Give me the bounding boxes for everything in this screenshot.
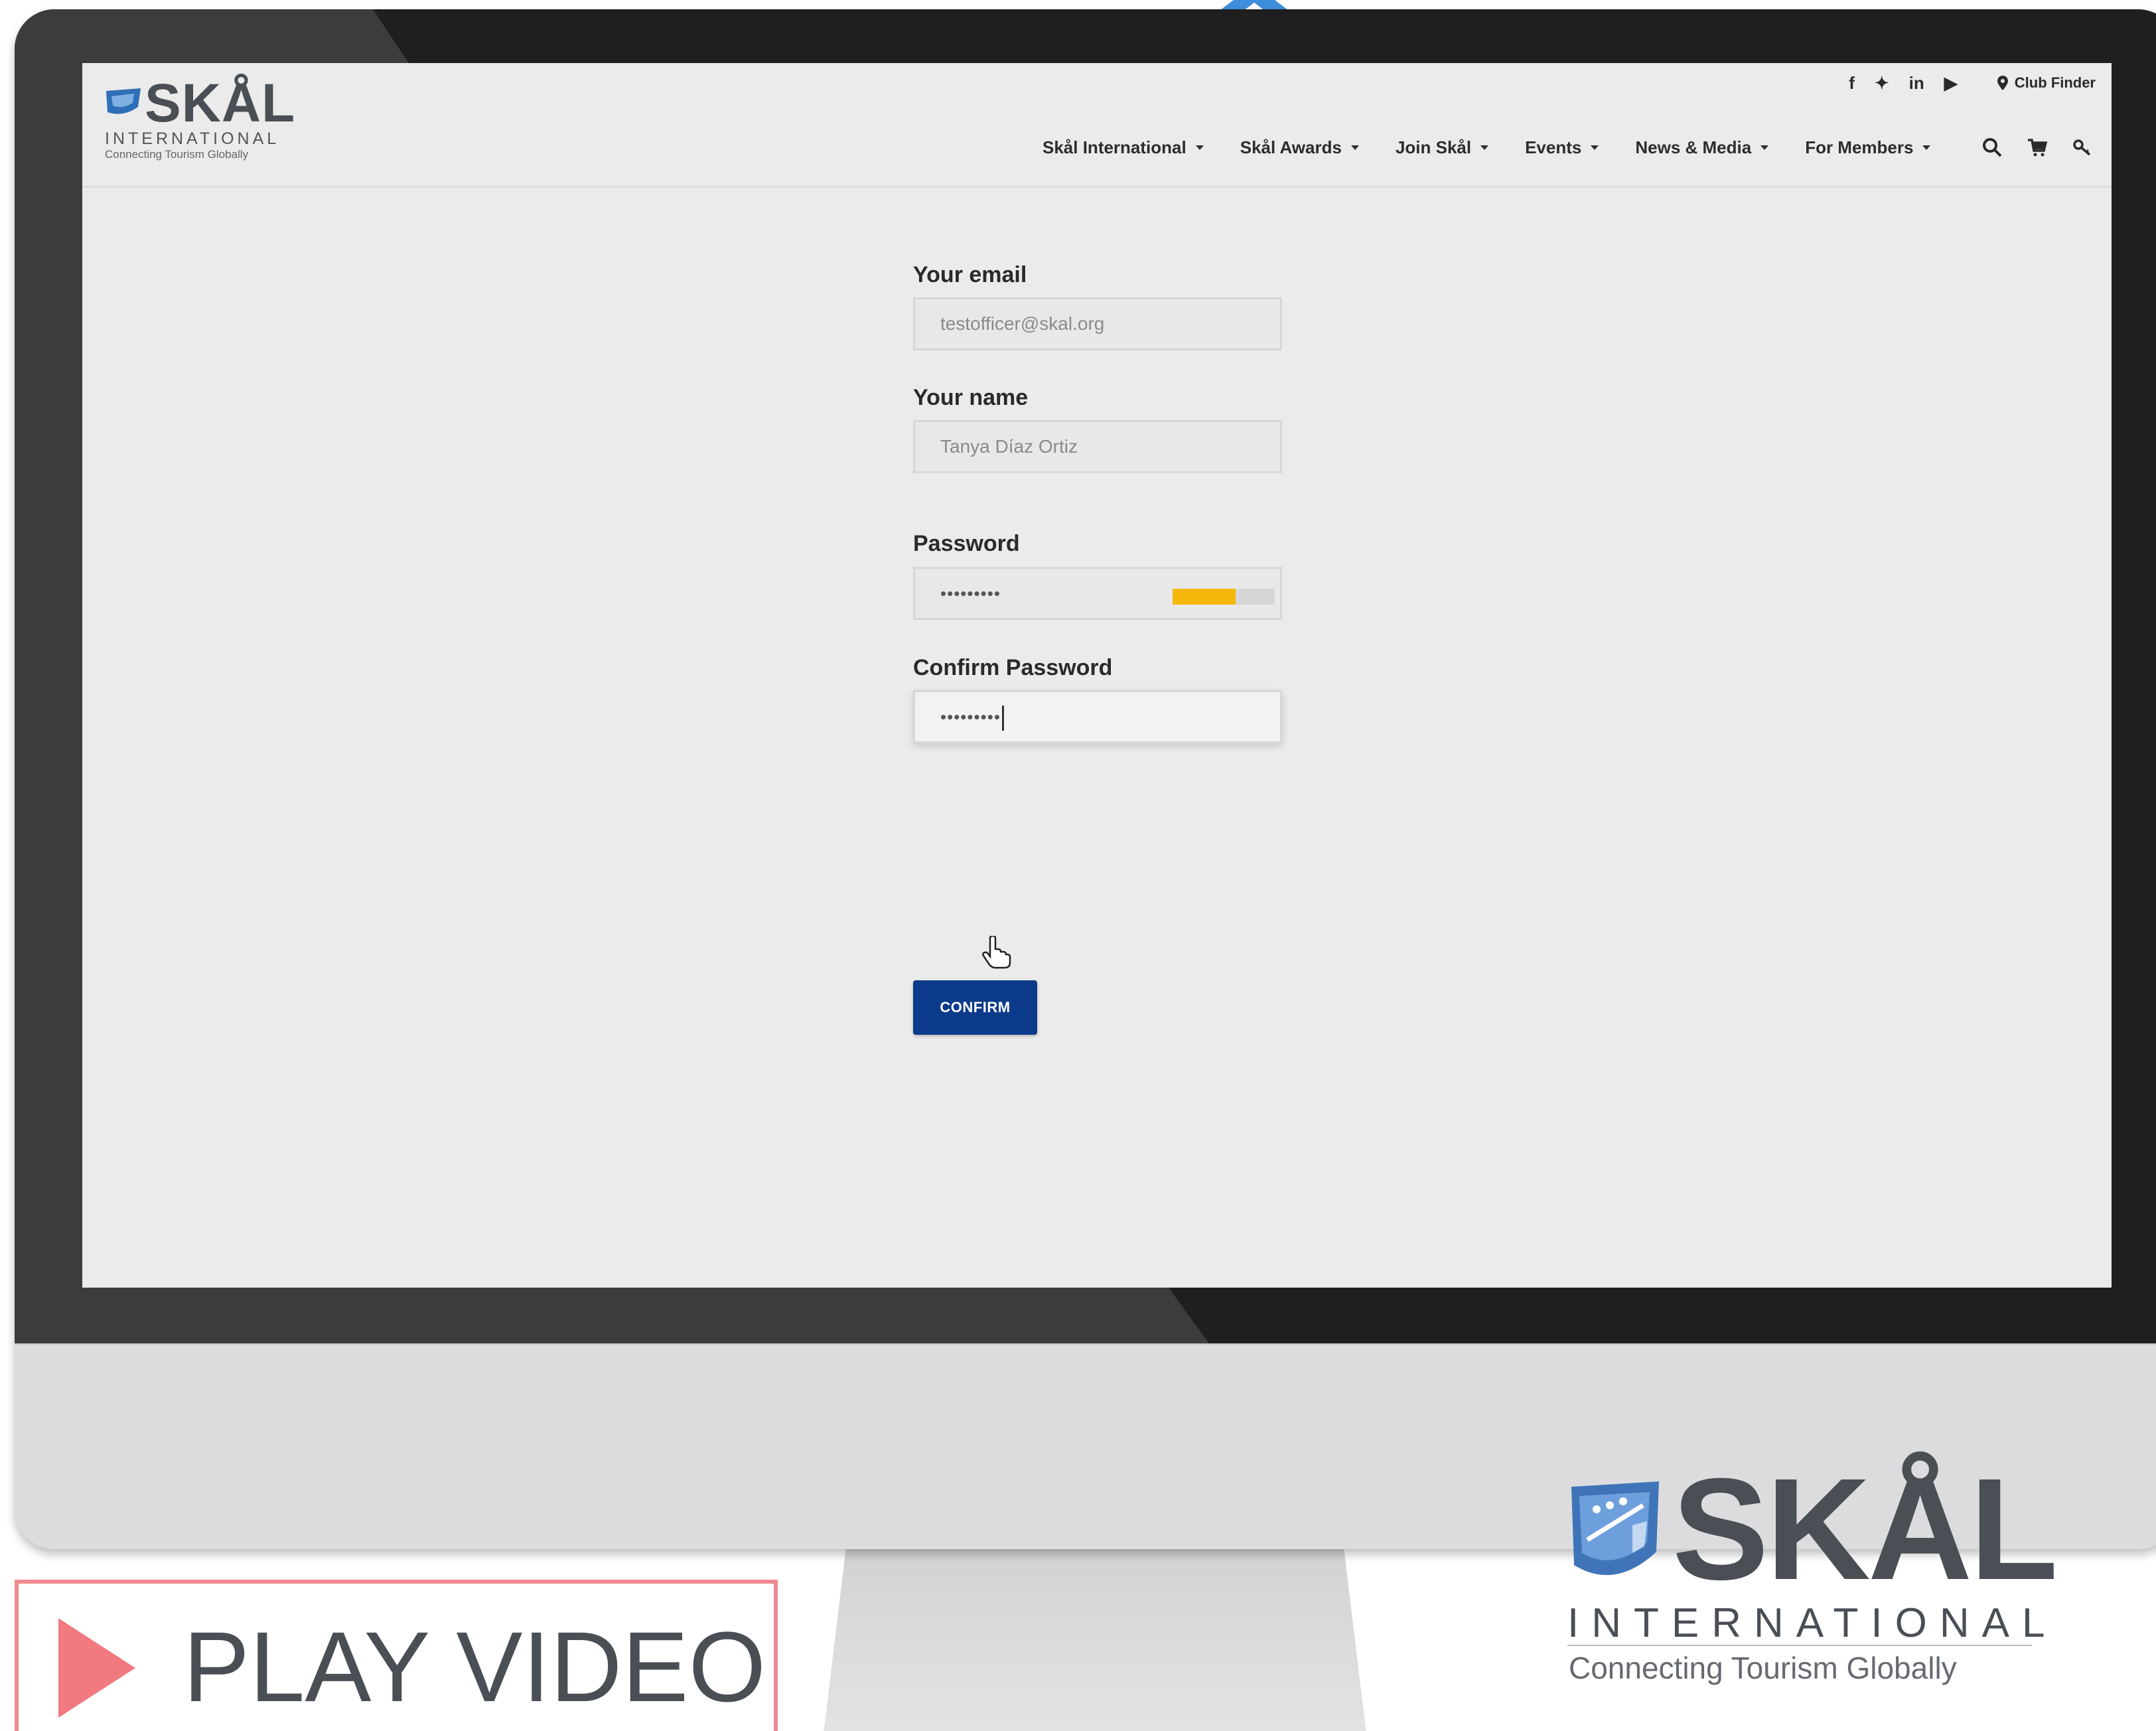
text-caret	[1001, 705, 1004, 731]
caret-down-icon	[1761, 145, 1769, 150]
nav-label: Skål Awards	[1240, 137, 1342, 157]
stage: SKÅL INTERNATIONAL Connecting Tourism Gl…	[0, 0, 2156, 1731]
password-value: •••••••••	[940, 583, 1001, 603]
hand-cursor-icon	[982, 936, 1011, 969]
nav-item-skal-international[interactable]: Skål International	[1042, 137, 1204, 158]
confirm-password-value: •••••••••	[940, 707, 1001, 727]
password-strength-meter	[1173, 589, 1275, 605]
confirm-button[interactable]: CONFIRM	[913, 980, 1037, 1035]
caret-down-icon	[1591, 145, 1599, 150]
site-logo[interactable]: SKÅL INTERNATIONAL Connecting Tourism Gl…	[105, 74, 304, 163]
monitor-stand	[823, 1520, 1367, 1731]
social-bar: f ✦ in ▶ Club Finder	[1849, 70, 2096, 96]
nav-item-join-skal[interactable]: Join Skål	[1395, 137, 1489, 158]
search-icon[interactable]	[1981, 137, 2003, 158]
logo-international: INTERNATIONAL	[105, 129, 280, 148]
logo-wordmark: SKÅL	[145, 73, 296, 133]
brand-logo: SKÅL INTERNATIONAL Connecting Tourism Gl…	[1566, 1440, 2058, 1693]
skal-shield-icon	[106, 88, 141, 114]
caret-down-icon	[1922, 145, 1931, 150]
skal-shield-icon	[1571, 1481, 1659, 1576]
facebook-icon[interactable]: f	[1849, 70, 1855, 96]
nav-label: Skål International	[1042, 137, 1186, 157]
header-tools	[1981, 131, 2093, 164]
club-finder-link[interactable]: Club Finder	[1997, 74, 2096, 92]
confirm-password-field[interactable]: •••••••••	[913, 690, 1282, 743]
monitor-chin-line	[15, 1343, 2156, 1345]
browser-screen: SKÅL INTERNATIONAL Connecting Tourism Gl…	[82, 63, 2112, 1288]
caret-down-icon	[1350, 145, 1359, 150]
brand-international: INTERNATIONAL	[1567, 1600, 2058, 1646]
nav-item-events[interactable]: Events	[1525, 137, 1599, 158]
name-field[interactable]: Tanya Díaz Ortiz	[913, 420, 1282, 473]
nav-item-news-media[interactable]: News & Media	[1635, 137, 1769, 158]
confirm-password-label: Confirm Password	[913, 655, 1113, 680]
play-icon	[58, 1618, 135, 1718]
play-video-label: PLAY VIDEO	[183, 1611, 766, 1722]
map-pin-icon	[1997, 76, 2008, 90]
main-nav: Skål International Skål Awards Join Skål…	[1042, 131, 1967, 164]
club-finder-label: Club Finder	[2014, 74, 2096, 91]
name-label: Your name	[913, 385, 1029, 410]
password-label: Password	[913, 531, 1020, 556]
key-icon[interactable]	[2072, 137, 2093, 158]
nav-item-for-members[interactable]: For Members	[1805, 137, 1931, 158]
email-field[interactable]: testofficer@skal.org	[913, 297, 1282, 350]
password-field[interactable]: •••••••••	[913, 567, 1282, 620]
logo-tagline: Connecting Tourism Globally	[105, 148, 249, 161]
nav-label: Join Skål	[1395, 137, 1472, 157]
cart-icon[interactable]	[2027, 137, 2048, 158]
nav-label: For Members	[1805, 137, 1914, 157]
play-video-button[interactable]: PLAY VIDEO	[15, 1580, 778, 1731]
password-strength-fill	[1173, 589, 1236, 605]
brand-divider	[1567, 1645, 2032, 1646]
nav-label: News & Media	[1635, 137, 1752, 157]
email-label: Your email	[913, 262, 1027, 287]
linkedin-icon[interactable]: in	[1909, 70, 1924, 96]
caret-down-icon	[1480, 145, 1489, 150]
site-header: SKÅL INTERNATIONAL Connecting Tourism Gl…	[82, 63, 2112, 188]
nav-label: Events	[1525, 137, 1582, 157]
twitter-icon[interactable]: ✦	[1875, 70, 1889, 96]
brand-tagline: Connecting Tourism Globally	[1569, 1651, 1957, 1685]
nav-item-skal-awards[interactable]: Skål Awards	[1240, 137, 1359, 158]
brand-wordmark: SKÅL	[1672, 1449, 2058, 1610]
youtube-icon[interactable]: ▶	[1944, 70, 1958, 96]
caret-down-icon	[1195, 145, 1204, 150]
